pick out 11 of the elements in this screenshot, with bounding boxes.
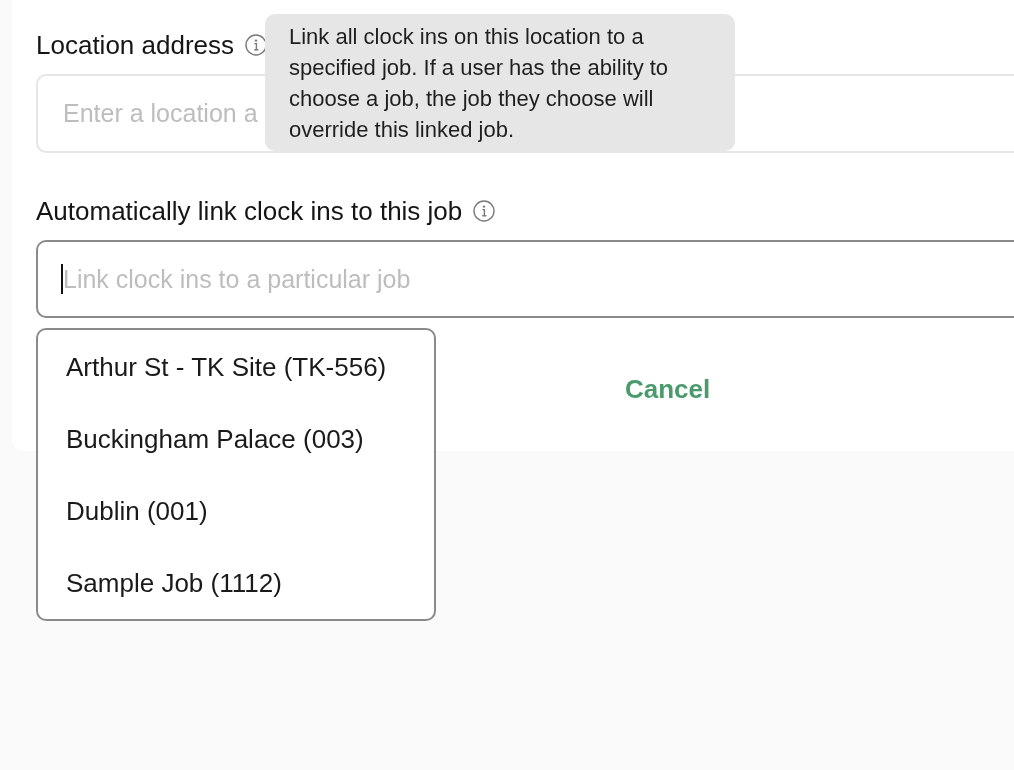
dropdown-option[interactable]: Arthur St - TK Site (TK-556) — [38, 331, 434, 403]
info-icon[interactable] — [473, 200, 496, 222]
info-icon[interactable] — [245, 34, 268, 56]
job-field[interactable]: Link clock ins to a particular job — [36, 240, 1014, 318]
dropdown-option[interactable]: Buckingham Palace (003) — [38, 403, 434, 475]
dropdown-option[interactable]: Dublin (001) — [38, 475, 434, 547]
dropdown-option[interactable]: Sample Job (1112) — [38, 547, 434, 619]
field-label: Location address — [36, 29, 235, 61]
info-tooltip: Link all clock ins on this location to a specified job. If a user has the ability to choose a job, the job they choose will override this linked job. — [265, 14, 735, 151]
field-label: Automatically link clock ins to this job — [36, 195, 463, 227]
text-cursor-icon — [61, 264, 63, 294]
